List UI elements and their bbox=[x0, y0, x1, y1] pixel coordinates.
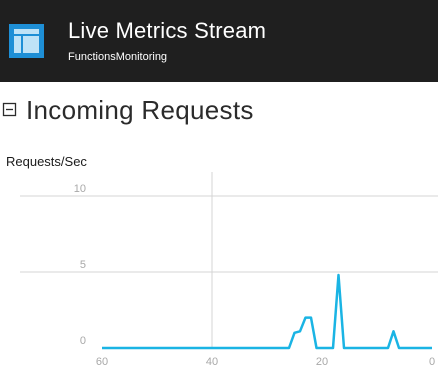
x-tick-label: 20 bbox=[316, 356, 328, 368]
y-tick-label: 0 bbox=[80, 335, 86, 347]
x-tick-label: 40 bbox=[206, 356, 218, 368]
x-tick-label: 0 bbox=[429, 356, 435, 368]
y-tick-label: 10 bbox=[74, 183, 86, 195]
y-tick-label: 5 bbox=[80, 259, 86, 271]
requests-line-chart: 10 5 0 60 40 20 0 bbox=[20, 172, 438, 368]
x-tick-label: 60 bbox=[96, 356, 108, 368]
series-line bbox=[102, 273, 432, 350]
